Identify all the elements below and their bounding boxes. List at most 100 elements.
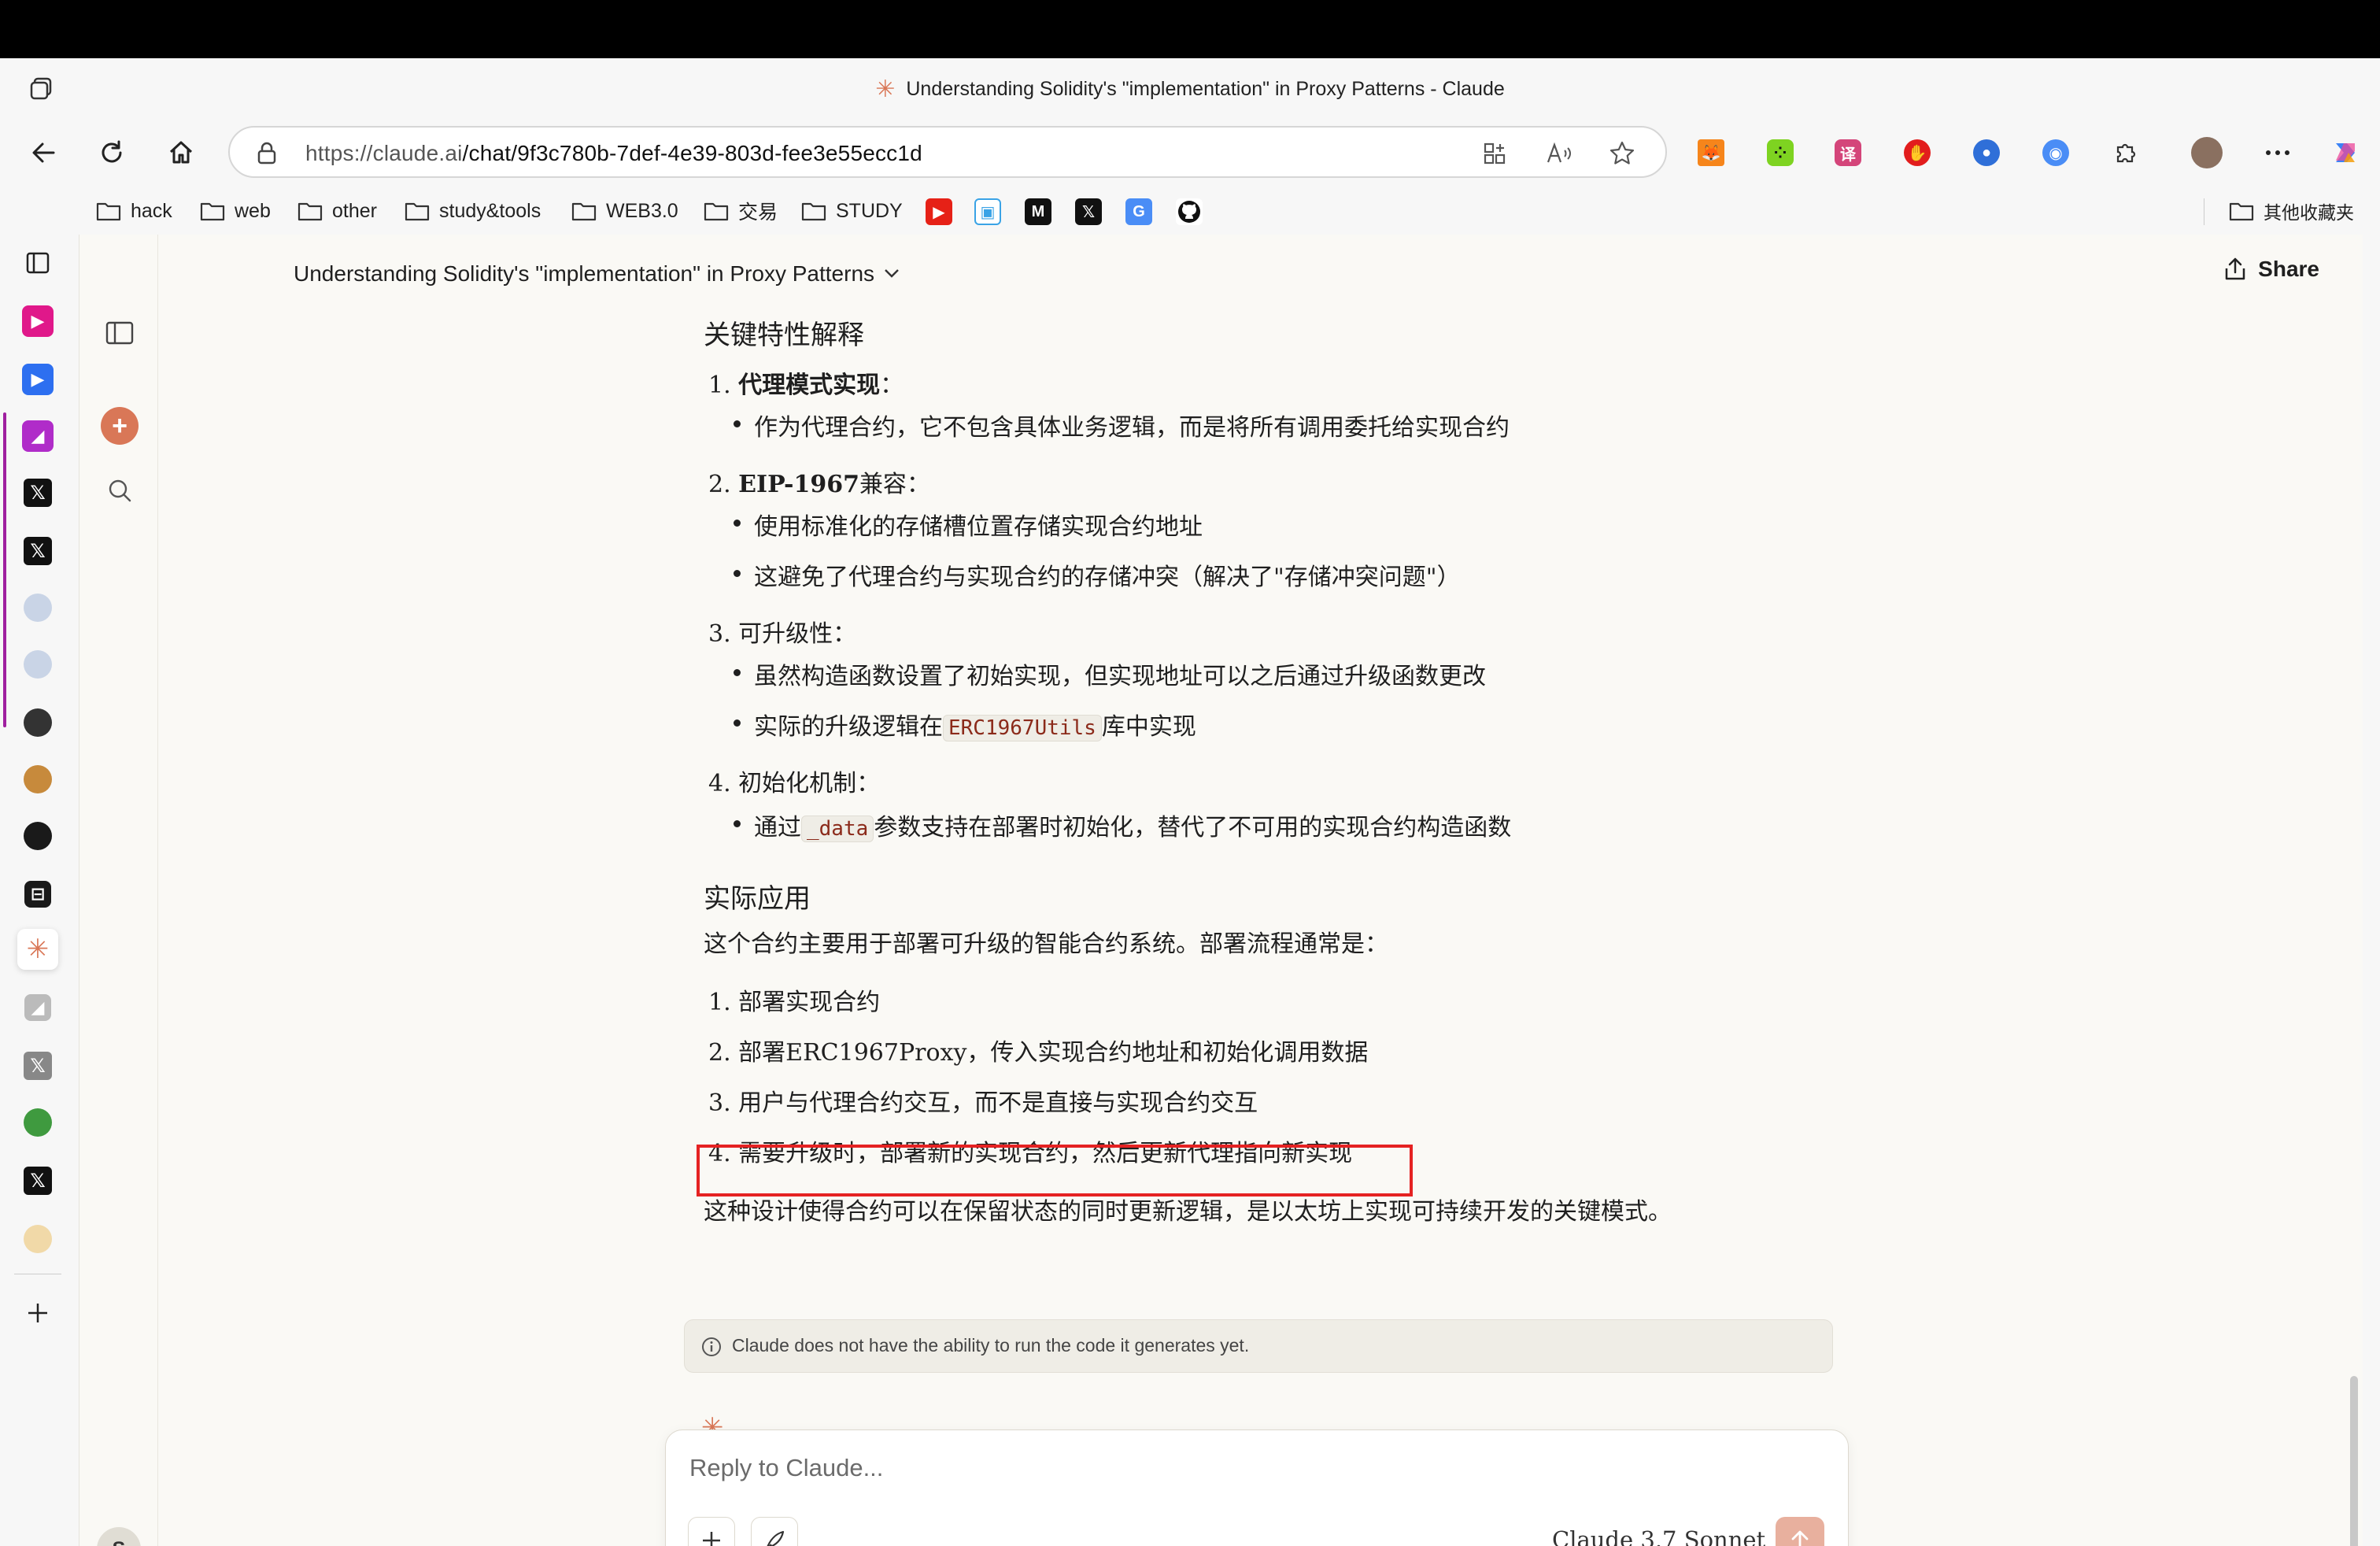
sidebar-tab-10[interactable]: ◢ xyxy=(17,987,58,1028)
bilibili-bookmark-icon[interactable]: ▣ xyxy=(974,198,1001,225)
bookmark-folder-study-tools[interactable]: study&tools xyxy=(405,197,541,225)
x-bookmark-icon[interactable]: 𝕏 xyxy=(1075,198,1102,225)
profile-extension-icon[interactable]: ● xyxy=(1968,134,2005,172)
chats-search-icon[interactable] xyxy=(100,471,139,510)
sidebar-tab-12[interactable] xyxy=(17,1219,58,1259)
folder-icon xyxy=(571,202,597,221)
plus-icon xyxy=(703,1532,720,1546)
model-selector[interactable]: Claude 3.7 Sonnet xyxy=(1552,1526,1791,1546)
refresh-button[interactable] xyxy=(93,134,131,172)
macos-menu-bar xyxy=(0,0,2380,58)
browser-sidebar: ▶ ▶ ◢ 𝕏 𝕏 ⊟ ✳ ◢ 𝕏 𝕏 xyxy=(0,235,79,1546)
bookmark-folder-other-favorites[interactable]: 其他收藏夹 xyxy=(2229,197,2354,225)
youtube-bookmark-icon[interactable]: ▶ xyxy=(926,198,952,225)
green-extension-icon[interactable]: ⁘ xyxy=(1761,134,1799,172)
sidebar-toggle-icon[interactable] xyxy=(100,313,139,353)
page-scrollbar[interactable] xyxy=(2350,1376,2358,1546)
adblock-extension-icon[interactable]: ✋ xyxy=(1898,134,1936,172)
sidebar-tab-x-1[interactable]: 𝕏 xyxy=(17,472,58,513)
bookmarks-bar: hack web other study&tools WEB3.0 交易 STU… xyxy=(0,187,2380,235)
sidebar-tab-5[interactable] xyxy=(17,644,58,685)
claude-sidebar-rail: + S xyxy=(79,235,158,1546)
metamask-extension-icon[interactable]: 🦊 xyxy=(1692,134,1730,172)
info-icon xyxy=(700,1336,722,1362)
bookmark-folder-study[interactable]: STUDY xyxy=(801,197,903,225)
google-translate-bookmark-icon[interactable]: G xyxy=(1125,198,1152,225)
sidebar-tab-1[interactable]: ▶ xyxy=(17,301,58,342)
add-attachment-button[interactable] xyxy=(688,1517,735,1546)
home-button[interactable] xyxy=(162,134,200,172)
folder-icon xyxy=(2229,202,2254,221)
sidebar-tab-claude[interactable]: ✳ xyxy=(17,929,58,970)
bookmark-label: 其他收藏夹 xyxy=(2264,202,2354,223)
favorite-star-icon[interactable] xyxy=(1607,139,1637,168)
list-number: 2. xyxy=(708,471,731,498)
user-avatar[interactable]: S xyxy=(97,1527,141,1546)
sidebar-tab-7[interactable] xyxy=(17,759,58,800)
window-title-text: Understanding Solidity's "implementation… xyxy=(906,78,1505,100)
list-item-rest: ： xyxy=(880,372,904,399)
sidebar-tab-11[interactable] xyxy=(17,1102,58,1143)
sidebar-add-icon[interactable] xyxy=(17,1293,58,1333)
new-chat-button[interactable]: + xyxy=(100,406,139,446)
send-button[interactable] xyxy=(1776,1517,1824,1546)
sidebar-tab-x-2[interactable]: 𝕏 xyxy=(17,531,58,571)
bookmark-folder-web3[interactable]: WEB3.0 xyxy=(571,197,678,225)
title-bar: ✳ Understanding Solidity's "implementatio… xyxy=(0,58,2380,118)
bookmark-label: study&tools xyxy=(439,199,541,222)
bullet-item: 作为代理合约，它不包含具体业务逻辑，而是将所有调用委托给实现合约 xyxy=(734,408,1510,442)
url-text[interactable]: https://claude.ai/chat/9f3c780b-7def-4e3… xyxy=(305,141,922,166)
folder-icon xyxy=(96,202,121,221)
list-item: 2. 部署ERC1967Proxy，传入实现合约地址和初始化调用数据 xyxy=(708,1033,1368,1067)
folder-icon xyxy=(704,202,729,221)
chat-title-button[interactable]: Understanding Solidity's "implementation… xyxy=(294,258,900,287)
read-aloud-icon[interactable] xyxy=(1544,139,1574,168)
more-menu-icon[interactable] xyxy=(2259,134,2297,172)
sidebar-tab-9[interactable]: ⊟ xyxy=(17,874,58,915)
profile-avatar[interactable] xyxy=(2188,134,2226,172)
arrow-up-icon xyxy=(1791,1530,1809,1546)
translate-extension-icon[interactable]: 译 xyxy=(1829,134,1867,172)
bookmark-folder-web[interactable]: web xyxy=(200,197,271,225)
medium-bookmark-icon[interactable]: M xyxy=(1025,198,1051,225)
list-item-text: 用户与代理合约交互，而不是直接与实现合约交互 xyxy=(738,1089,1258,1117)
extensions-puzzle-icon[interactable] xyxy=(2106,134,2144,172)
sidebar-tab-x-3[interactable]: 𝕏 xyxy=(17,1045,58,1086)
lock-icon[interactable] xyxy=(253,140,280,171)
share-icon xyxy=(2225,257,2245,280)
github-bookmark-icon[interactable] xyxy=(1176,198,1203,225)
list-item-bold: EIP-1967 xyxy=(738,471,859,498)
section-heading: 实际应用 xyxy=(704,883,811,915)
inline-code: ERC1967Utils xyxy=(943,715,1102,742)
plus-icon: + xyxy=(101,407,139,445)
inline-code: _data xyxy=(801,816,874,842)
sidebar-tab-3[interactable]: ◢ xyxy=(17,416,58,457)
share-button[interactable]: Share xyxy=(2223,257,2319,282)
bullet-item: 虽然构造函数设置了初始实现，但实现地址可以之后通过升级函数更改 xyxy=(734,656,1486,691)
url-host: https://claude.ai xyxy=(305,141,463,165)
quill-icon xyxy=(767,1530,785,1546)
bullet-item: 这避免了代理合约与实现合约的存储冲突（解决了"存储冲突问题"） xyxy=(734,557,1461,592)
sidebar-tab-6[interactable] xyxy=(17,702,58,743)
style-selector-button[interactable] xyxy=(751,1517,798,1546)
sidebar-tab-4[interactable] xyxy=(17,587,58,628)
bookmark-folder-hack[interactable]: hack xyxy=(96,197,172,225)
list-item-text: 部署ERC1967Proxy，传入实现合约地址和初始化调用数据 xyxy=(738,1039,1369,1067)
bookmark-folder-trading[interactable]: 交易 xyxy=(704,197,778,225)
reply-input[interactable] xyxy=(689,1454,1791,1482)
sidebar-tab-x-4[interactable]: 𝕏 xyxy=(17,1160,58,1201)
list-item: 3. 可升级性： xyxy=(708,614,856,649)
paragraph: 这种设计使得合约可以在保留状态的同时更新逻辑，是以太坊上实现可持续开发的关键模式… xyxy=(704,1198,1672,1226)
sidebar-tab-toggle-icon[interactable] xyxy=(17,242,58,283)
list-number: 3. xyxy=(708,1089,731,1117)
sidebar-tab-8[interactable] xyxy=(17,816,58,856)
chevron-down-icon xyxy=(884,258,900,283)
blue-extension-icon[interactable]: ◉ xyxy=(2037,134,2075,172)
address-bar[interactable]: https://claude.ai/chat/9f3c780b-7def-4e3… xyxy=(228,126,1667,178)
bookmark-folder-other[interactable]: other xyxy=(298,197,377,225)
app-available-icon[interactable] xyxy=(1480,139,1510,168)
copilot-icon[interactable] xyxy=(2326,134,2364,172)
bullet-text: 通过 xyxy=(754,814,801,841)
sidebar-tab-2[interactable]: ▶ xyxy=(17,359,58,400)
back-button[interactable] xyxy=(25,134,63,172)
